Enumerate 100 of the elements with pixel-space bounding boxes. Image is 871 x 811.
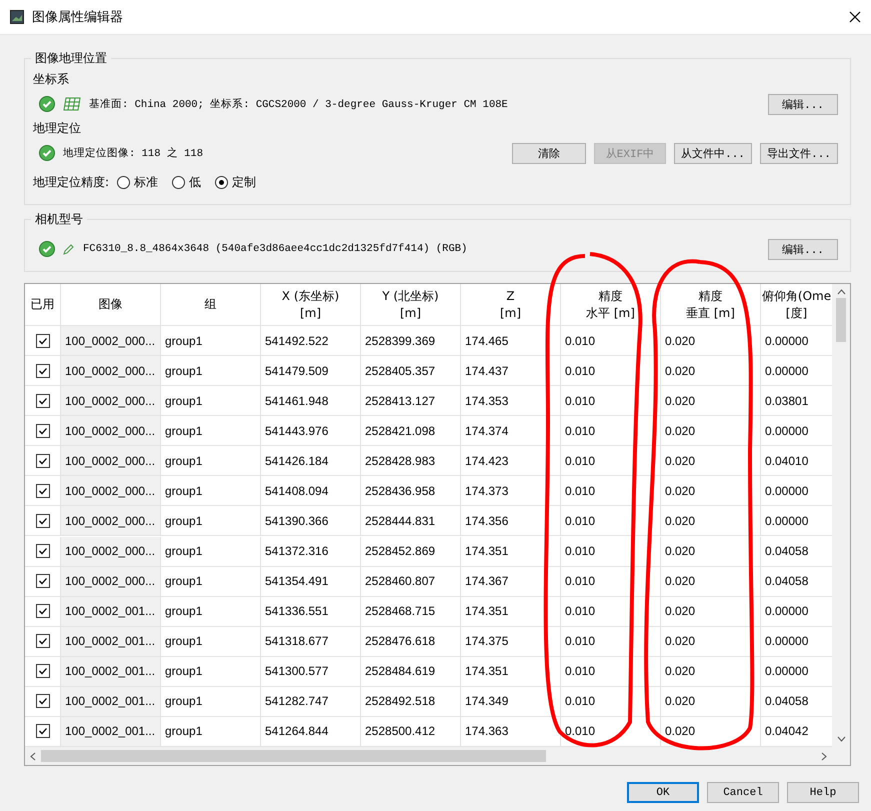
scroll-down-icon[interactable] — [836, 735, 846, 743]
edit-button[interactable]: 编辑... — [768, 238, 838, 260]
column-header[interactable]: Z [m] — [500, 288, 522, 322]
table-cell: group1 — [161, 356, 261, 386]
row-checkbox[interactable] — [36, 484, 50, 498]
accuracy-radio[interactable]: 标准 — [117, 174, 158, 190]
row-checkbox[interactable] — [36, 334, 50, 348]
vertical-scrollbar[interactable] — [832, 284, 850, 747]
checkmark-icon — [38, 636, 48, 646]
table-cell: 2528399.369 — [361, 326, 461, 356]
row-checkbox[interactable] — [36, 454, 50, 468]
table-cell: 0.010 — [561, 416, 661, 446]
checkmark-icon — [38, 606, 48, 616]
scroll-left-icon[interactable] — [29, 752, 37, 760]
section-label: 地理定位 — [33, 120, 82, 137]
close-icon[interactable] — [849, 11, 861, 23]
pencil-icon — [63, 243, 75, 255]
column-header[interactable]: X (东坐标) [m] — [282, 288, 340, 322]
row-checkbox[interactable] — [36, 544, 50, 558]
table-cell: 541336.551 — [261, 596, 361, 627]
table-cell: 541461.948 — [261, 386, 361, 416]
row-checkbox[interactable] — [36, 364, 50, 378]
table-cell: 0.04058 — [761, 566, 832, 597]
table-cell: group1 — [161, 686, 261, 717]
table-cell: 2528405.357 — [361, 356, 461, 386]
horizontal-scrollbar[interactable] — [25, 747, 850, 765]
table-cell: 100_0002_001... — [61, 656, 161, 687]
table-cell: 541354.491 — [261, 566, 361, 597]
column-header[interactable]: 图像 — [98, 296, 122, 313]
column-header[interactable]: 精度 垂直 [m] — [686, 288, 735, 322]
action-button[interactable]: 清除 — [512, 142, 586, 164]
scroll-right-icon[interactable] — [820, 752, 828, 760]
column-header[interactable]: 俯仰角(Ome [度] — [762, 288, 832, 322]
table-cell: group1 — [161, 596, 261, 627]
action-button[interactable]: 从文件中... — [674, 142, 752, 164]
table-cell: 541300.577 — [261, 656, 361, 687]
column-header[interactable]: 已用 — [30, 296, 54, 313]
table-cell: 2528468.715 — [361, 596, 461, 627]
checkmark-icon — [38, 726, 48, 736]
table-cell: 541408.094 — [261, 476, 361, 506]
dialog-button[interactable]: Cancel — [707, 782, 779, 803]
row-checkbox[interactable] — [36, 574, 50, 588]
row-checkbox[interactable] — [36, 604, 50, 618]
action-button[interactable]: 导出文件... — [760, 142, 838, 164]
row-checkbox[interactable] — [36, 514, 50, 528]
table-cell: 2528413.127 — [361, 386, 461, 416]
row-checkbox[interactable] — [36, 394, 50, 408]
table-cell: 2528436.958 — [361, 476, 461, 506]
table-cell: 2528452.869 — [361, 536, 461, 566]
table-cell: 541479.509 — [261, 356, 361, 386]
table-cell: 100_0002_000... — [61, 356, 161, 386]
accuracy-radio[interactable]: 定制 — [215, 174, 256, 190]
table-cell: 100_0002_000... — [61, 326, 161, 356]
window-title: 图像属性编辑器 — [32, 9, 124, 26]
scroll-up-icon[interactable] — [836, 288, 846, 296]
table-cell: group1 — [161, 416, 261, 446]
checkmark-icon — [38, 456, 48, 466]
table-cell: 174.351 — [461, 596, 561, 627]
table-cell: 100_0002_000... — [61, 506, 161, 536]
table-cell: group1 — [161, 326, 261, 356]
scroll-thumb[interactable] — [836, 298, 846, 342]
table-cell: 174.363 — [461, 716, 561, 747]
dialog-button[interactable]: Help — [787, 782, 859, 803]
checkmark-icon — [38, 546, 48, 556]
table-cell: 0.020 — [661, 476, 761, 506]
row-checkbox[interactable] — [36, 724, 50, 738]
table-cell: 100_0002_000... — [61, 536, 161, 566]
table-cell: 174.374 — [461, 416, 561, 446]
table-cell: 0.020 — [661, 536, 761, 566]
group-title: 相机型号 — [31, 211, 87, 228]
scroll-thumb[interactable] — [41, 750, 546, 762]
row-checkbox[interactable] — [36, 664, 50, 678]
checkmark-icon — [38, 426, 48, 436]
dialog-button[interactable]: OK — [627, 782, 699, 803]
table-cell: 0.010 — [561, 446, 661, 476]
accuracy-radio[interactable]: 低 — [172, 174, 202, 190]
table-cell: 174.437 — [461, 356, 561, 386]
table-cell: 174.465 — [461, 326, 561, 356]
table-cell: 100_0002_001... — [61, 716, 161, 747]
column-header[interactable]: 组 — [204, 296, 216, 313]
table-cell: 174.349 — [461, 686, 561, 717]
table-cell: group1 — [161, 506, 261, 536]
edit-button[interactable]: 编辑... — [768, 94, 838, 114]
table-cell: 0.010 — [561, 506, 661, 536]
checkmark-icon — [38, 576, 48, 586]
section-label: 坐标系 — [33, 71, 70, 88]
check-circle-icon — [39, 145, 55, 161]
table-cell: 541372.316 — [261, 536, 361, 566]
camera-model-text: FC6310_8.8_4864x3648 (540afe3d86aee4cc1dc2d1325fd7f414) (RGB) — [83, 243, 468, 255]
table-cell: 174.351 — [461, 536, 561, 566]
accuracy-label: 地理定位精度: — [33, 174, 110, 190]
table-cell: 0.010 — [561, 476, 661, 506]
table-cell: 174.373 — [461, 476, 561, 506]
row-checkbox[interactable] — [36, 424, 50, 438]
group-title: 图像地理位置 — [31, 50, 111, 67]
column-header[interactable]: 精度 水平 [m] — [586, 288, 635, 322]
column-header[interactable]: Y (北坐标) [m] — [382, 288, 439, 322]
row-checkbox[interactable] — [36, 694, 50, 708]
table-cell: 174.375 — [461, 626, 561, 657]
row-checkbox[interactable] — [36, 634, 50, 648]
